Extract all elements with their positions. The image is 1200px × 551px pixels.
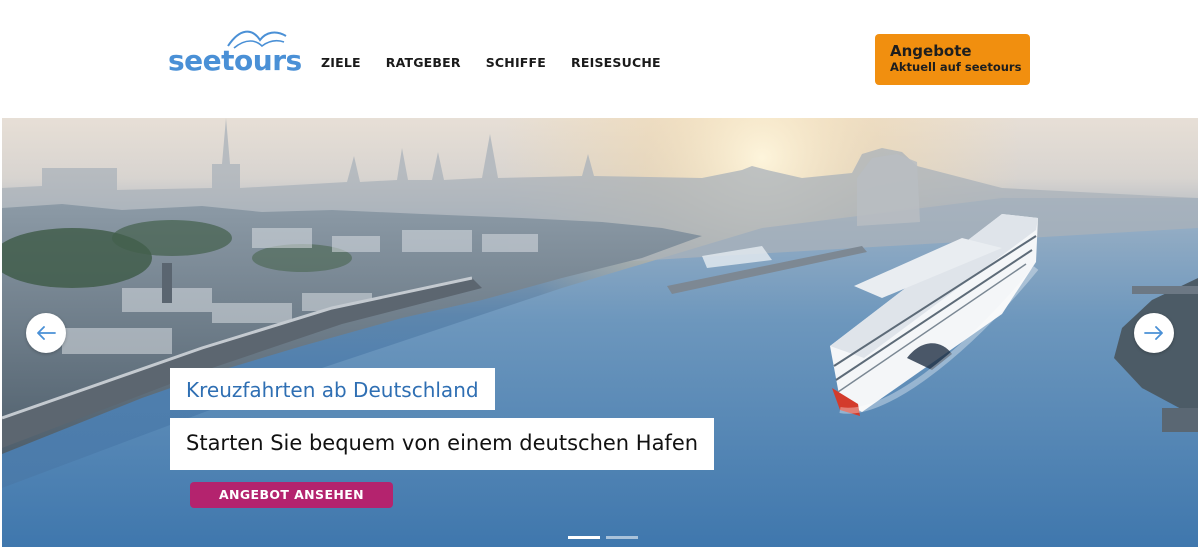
view-offer-button[interactable]: ANGEBOT ANSEHEN (190, 482, 393, 508)
arrow-left-icon (37, 326, 56, 340)
slider-next-button[interactable] (1134, 313, 1174, 353)
slider-pagination (568, 536, 638, 539)
hero-image (2, 118, 1198, 547)
main-nav: ZIELE RATGEBER SCHIFFE REISESUCHE (321, 55, 661, 70)
slider-prev-button[interactable] (26, 313, 66, 353)
nav-item-ziele[interactable]: ZIELE (321, 55, 361, 70)
slider-dot-1[interactable] (568, 536, 600, 539)
nav-item-ratgeber[interactable]: RATGEBER (386, 55, 461, 70)
hero-caption-title: Kreuzfahrten ab Deutschland (170, 368, 495, 410)
nav-item-schiffe[interactable]: SCHIFFE (486, 55, 546, 70)
arrow-right-icon (1144, 326, 1163, 340)
offers-button-title: Angebote (890, 42, 972, 60)
offers-button-subtitle: Aktuell auf seetours (890, 60, 1022, 74)
offers-button[interactable]: Angebote Aktuell auf seetours (875, 34, 1030, 85)
seetours-logo[interactable]: seetours (168, 24, 302, 80)
site-header: seetours ZIELE RATGEBER SCHIFFE REISESUC… (0, 0, 1200, 118)
slider-dot-2[interactable] (606, 536, 638, 539)
hero-caption-subtitle: Starten Sie bequem von einem deutschen H… (170, 418, 715, 470)
logo-text: seetours (168, 44, 302, 77)
hero-slider: Kreuzfahrten ab Deutschland Starten Sie … (2, 118, 1198, 547)
nav-item-reisesuche[interactable]: REISESUCHE (571, 55, 661, 70)
